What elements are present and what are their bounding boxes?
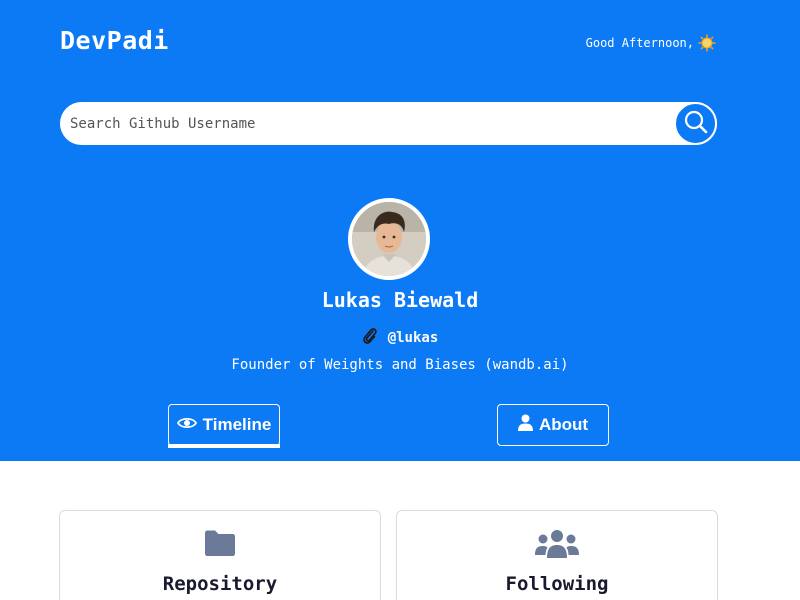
profile-name: Lukas Biewald (321, 288, 479, 312)
user-icon (517, 414, 533, 436)
tab-about-label: About (538, 415, 589, 434)
brand-logo[interactable]: DevPadi (60, 26, 169, 55)
tab-timeline[interactable]: Timeline (168, 404, 280, 448)
greeting: Good Afternoon, (586, 34, 716, 52)
folder-icon (60, 529, 380, 557)
avatar (348, 198, 430, 280)
search-button[interactable] (674, 102, 717, 145)
search-bar (60, 102, 717, 145)
hero-header: DevPadi Good Afternoon, Search Github Us… (0, 0, 800, 461)
profile-handle[interactable]: @lukas (0, 327, 800, 349)
tab-about[interactable]: About (497, 404, 609, 446)
handle-text: @lukas (387, 330, 439, 346)
users-icon (397, 529, 717, 559)
paperclip-icon (362, 327, 378, 349)
search-input[interactable] (60, 102, 717, 145)
following-title: Following (505, 573, 609, 595)
eye-icon (176, 415, 197, 435)
repository-title: Repository (162, 573, 278, 595)
greeting-text: Good Afternoon, (585, 36, 694, 50)
repository-card[interactable]: Repository (59, 510, 381, 600)
sun-icon (698, 34, 716, 52)
tab-timeline-label: Timeline (202, 415, 272, 434)
search-icon (683, 109, 709, 139)
following-card[interactable]: Following (396, 510, 718, 600)
profile-bio: Founder of Weights and Biases (wandb.ai) (231, 357, 569, 373)
